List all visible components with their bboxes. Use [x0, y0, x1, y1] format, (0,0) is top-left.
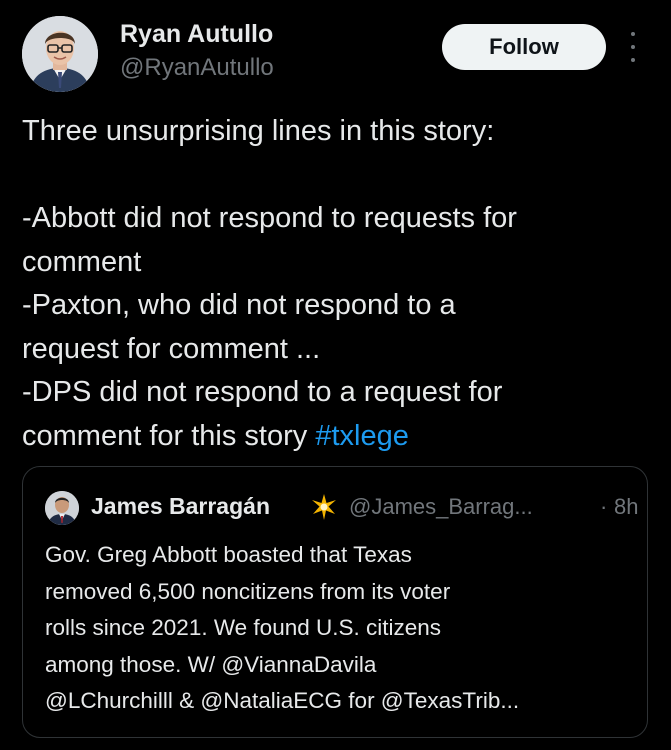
more-dot: [631, 45, 635, 49]
tweet-line: request for comment ...: [22, 332, 321, 365]
quoted-author-display-name[interactable]: James Barragán: [91, 493, 270, 520]
quote-line-text: among those. W/: [45, 651, 222, 677]
quoted-tweet-timestamp[interactable]: 8h: [614, 494, 638, 520]
mention-link[interactable]: @NataliaECG: [200, 688, 342, 713]
sparkle-icon: [312, 494, 336, 520]
tweet-line: -Abbott did not respond to requests for: [22, 202, 517, 234]
author-avatar[interactable]: [22, 16, 98, 92]
hashtag-link[interactable]: #txlege: [315, 420, 409, 452]
more-dot: [631, 58, 635, 62]
tweet-text: Three unsurprising lines in this story: …: [22, 110, 652, 458]
more-dot: [631, 32, 635, 36]
quote-line-text: &: [172, 688, 201, 713]
time-separator: ·: [600, 494, 608, 519]
quoted-tweet-text: Gov. Greg Abbott boasted that Texas remo…: [45, 537, 635, 720]
quoted-author-handle[interactable]: @James_Barrag...: [349, 494, 533, 520]
quote-line-text: for @TexasTrib...: [342, 688, 520, 713]
quote-line: rolls since 2021. We found U.S. citizens: [45, 615, 442, 640]
tweet-line: -DPS did not respond to a request for: [22, 376, 503, 408]
tweet-line: -Paxton, who did not respond to a: [22, 289, 456, 321]
more-vertical-icon[interactable]: [622, 32, 644, 62]
quote-line: @LChurchilll & @NataliaECG for @TexasTri…: [45, 683, 635, 720]
tweet-line-last: comment for this story #txlege: [22, 415, 652, 459]
mention-link[interactable]: @LChurchilll: [45, 688, 173, 713]
tweet-header: Ryan Autullo @RyanAutullo Follow: [22, 16, 652, 96]
follow-button[interactable]: Follow: [442, 24, 606, 70]
author-handle[interactable]: @RyanAutullo: [120, 54, 274, 82]
tweet-line: Three unsurprising lines in this story:: [22, 115, 495, 147]
quoted-tweet-header: James Barragán @James_Barrag... · 8h: [45, 489, 638, 525]
tweet-line: [22, 154, 652, 198]
tweet-line: comment: [22, 245, 142, 278]
quote-line: Gov. Greg Abbott boasted that Texas: [45, 542, 412, 567]
mention-link[interactable]: @ViannaDavila: [221, 652, 376, 677]
quoted-author-avatar[interactable]: [45, 491, 79, 525]
author-display-name[interactable]: Ryan Autullo: [120, 20, 273, 49]
quote-line: removed 6,500 noncitizens from its voter: [45, 578, 451, 604]
quoted-tweet-card[interactable]: James Barragán @James_Barrag... · 8h Gov…: [22, 466, 648, 738]
quote-line: among those. W/ @ViannaDavila: [45, 647, 635, 684]
tweet-line-text: comment for this story: [22, 419, 316, 452]
